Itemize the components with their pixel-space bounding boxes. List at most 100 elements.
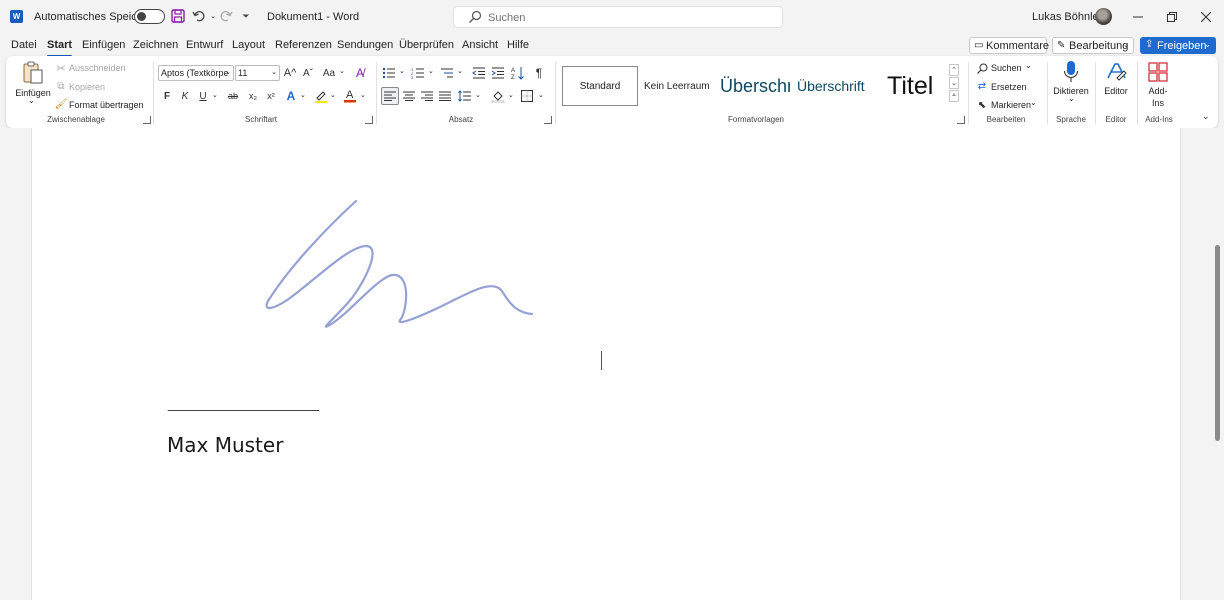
chevron-down-icon[interactable]: ⌄	[399, 67, 405, 75]
restore-icon[interactable]	[1162, 7, 1182, 27]
style-heading-1[interactable]: Überschrift 1	[720, 66, 790, 106]
change-case-icon[interactable]: Aa	[321, 65, 337, 81]
minimize-icon[interactable]	[1128, 7, 1148, 27]
tab-zeichnen[interactable]: Zeichnen	[133, 39, 178, 51]
numbering-icon[interactable]: 123	[411, 65, 425, 81]
chevron-down-icon[interactable]: ⌄	[475, 91, 481, 99]
decrease-indent-icon[interactable]	[472, 65, 486, 81]
tab-start[interactable]: Start	[47, 39, 73, 57]
group-label-addins: Add-Ins	[1145, 115, 1173, 124]
tab-sendungen[interactable]: Sendungen	[337, 39, 393, 51]
chevron-down-icon[interactable]: ⌄	[457, 67, 463, 75]
shrink-font-icon[interactable]: Aˇ	[301, 65, 315, 81]
addins-grid-icon[interactable]	[1146, 60, 1170, 84]
multilevel-list-icon[interactable]	[440, 65, 454, 81]
tab-einfuegen[interactable]: Einfügen	[82, 39, 125, 51]
collapse-ribbon-icon[interactable]: ⌄	[1202, 111, 1210, 122]
style-title[interactable]: Titel	[887, 66, 953, 106]
tab-layout[interactable]: Layout	[232, 39, 265, 51]
sort-icon[interactable]: AZ	[511, 65, 525, 81]
borders-icon[interactable]	[520, 88, 534, 104]
clear-formatting-icon[interactable]: A̸	[352, 65, 368, 81]
subscript-button[interactable]: x₂	[246, 88, 260, 104]
chevron-down-icon[interactable]: ⌄	[300, 91, 306, 99]
chevron-down-icon[interactable]: ⌄	[1068, 94, 1075, 103]
copy-button[interactable]: Kopieren	[69, 82, 105, 92]
customize-toolbar-icon[interactable]: ⏷	[238, 8, 254, 24]
chevron-up-icon[interactable]: ⌃	[949, 64, 959, 76]
close-icon[interactable]	[1196, 7, 1216, 27]
tab-datei[interactable]: Datei	[11, 39, 37, 51]
dialog-launcher-icon[interactable]	[544, 116, 552, 124]
font-name-dropdown[interactable]: Aptos (Textkörpe ⌄	[158, 65, 234, 81]
scrollbar-thumb[interactable]	[1215, 245, 1220, 441]
chevron-down-icon[interactable]: ⌄	[1030, 98, 1037, 107]
bullets-icon[interactable]	[382, 65, 396, 81]
editor-button[interactable]: Editor	[1098, 86, 1134, 96]
addins-button-line2[interactable]: Ins	[1143, 98, 1173, 108]
word-app-icon[interactable]: W	[10, 10, 23, 23]
style-no-spacing[interactable]: Kein Leerraum	[644, 66, 716, 106]
font-size-dropdown[interactable]: 11 ⌄	[235, 65, 280, 81]
style-heading-2[interactable]: Überschrift 2	[797, 66, 869, 106]
microphone-icon[interactable]	[1061, 59, 1081, 85]
bold-button[interactable]: F	[160, 88, 174, 104]
find-button[interactable]: Suchen	[991, 63, 1022, 73]
replace-icon: ⇄	[977, 80, 987, 92]
handwritten-signature[interactable]	[262, 198, 534, 330]
strikethrough-button[interactable]: ab	[225, 88, 241, 104]
tab-referenzen[interactable]: Referenzen	[275, 39, 332, 51]
expand-gallery-icon[interactable]: ⩡	[949, 90, 959, 102]
autosave-toggle[interactable]	[134, 9, 165, 24]
superscript-button[interactable]: x²	[264, 88, 278, 104]
shading-icon[interactable]	[491, 88, 505, 104]
replace-button[interactable]: Ersetzen	[991, 82, 1027, 92]
font-color-icon[interactable]: A	[343, 87, 357, 103]
cut-button[interactable]: Ausschneiden	[69, 63, 126, 73]
chevron-down-icon[interactable]: ⌄	[339, 67, 345, 75]
increase-indent-icon[interactable]	[491, 65, 505, 81]
tab-hilfe[interactable]: Hilfe	[507, 39, 529, 51]
italic-button[interactable]: K	[178, 88, 192, 104]
line-spacing-icon[interactable]	[458, 88, 472, 104]
justify-icon[interactable]	[438, 88, 452, 104]
select-button[interactable]: Markieren	[991, 100, 1031, 110]
user-avatar[interactable]	[1095, 8, 1112, 25]
search-input[interactable]	[488, 10, 768, 25]
tab-ueberpruefen[interactable]: Überprüfen	[399, 39, 454, 51]
align-right-icon[interactable]	[420, 88, 434, 104]
chevron-down-icon[interactable]: ⌄	[330, 91, 336, 99]
search-box[interactable]	[453, 6, 783, 28]
dialog-launcher-icon[interactable]	[143, 116, 151, 124]
share-button[interactable]: ⇪ Freigeben ⌄	[1140, 37, 1216, 54]
chevron-down-icon[interactable]: ⌄	[538, 91, 544, 99]
underline-button[interactable]: U	[196, 88, 210, 104]
chevron-down-icon[interactable]: ⌄	[360, 91, 366, 99]
dialog-launcher-icon[interactable]	[365, 116, 373, 124]
chevron-down-icon[interactable]: ⌄	[212, 91, 218, 99]
chevron-down-icon[interactable]: ⌄	[428, 67, 434, 75]
format-painter-button[interactable]: Format übertragen	[69, 100, 144, 110]
save-icon[interactable]	[170, 8, 186, 24]
redo-icon[interactable]	[218, 8, 234, 24]
paste-icon[interactable]	[21, 60, 45, 86]
editor-icon[interactable]	[1105, 59, 1127, 83]
editing-mode-button[interactable]: ✎ Bearbeitung ⌄	[1052, 37, 1134, 54]
highlight-icon[interactable]	[314, 88, 328, 104]
chevron-down-icon[interactable]: ⌄	[1025, 61, 1032, 70]
chevron-down-icon[interactable]: ⌄	[949, 77, 959, 89]
align-left-icon[interactable]	[381, 87, 399, 105]
text-effects-icon[interactable]: A	[284, 88, 298, 104]
addins-button-line1[interactable]: Add-	[1143, 86, 1173, 96]
style-standard[interactable]: Standard	[562, 66, 638, 106]
tab-ansicht[interactable]: Ansicht	[462, 39, 498, 51]
dialog-launcher-icon[interactable]	[957, 116, 965, 124]
comments-button[interactable]: ▭ Kommentare	[969, 37, 1049, 54]
grow-font-icon[interactable]: A^	[283, 65, 297, 81]
align-center-icon[interactable]	[402, 88, 416, 104]
chevron-down-icon[interactable]: ⌄	[28, 96, 35, 105]
document-page[interactable]	[31, 128, 1181, 600]
tab-entwurf[interactable]: Entwurf	[186, 39, 223, 51]
chevron-down-icon[interactable]: ⌄	[508, 91, 514, 99]
show-formatting-icon[interactable]: ¶	[532, 65, 546, 81]
